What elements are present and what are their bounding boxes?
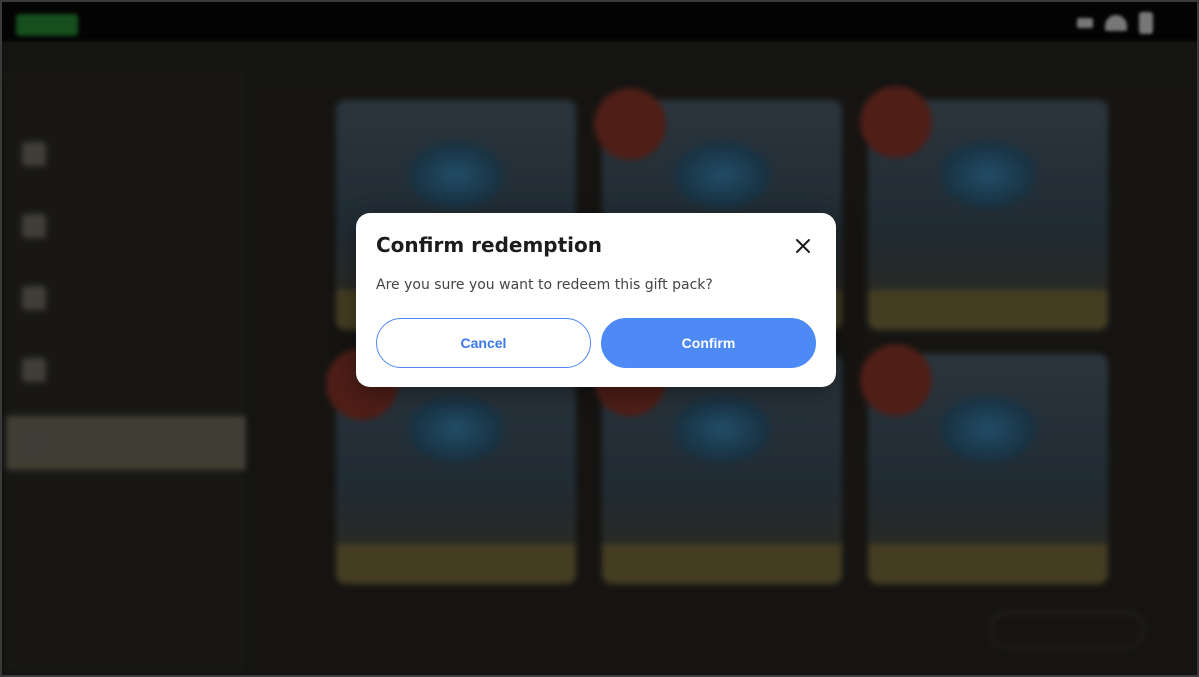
close-icon[interactable] [792,235,814,257]
cancel-button[interactable]: Cancel [376,318,591,368]
confirm-button[interactable]: Confirm [601,318,816,368]
dialog-title: Confirm redemption [376,233,603,257]
confirm-dialog: Confirm redemption Are you sure you want… [356,213,836,387]
dialog-message: Are you sure you want to redeem this gif… [376,277,713,293]
